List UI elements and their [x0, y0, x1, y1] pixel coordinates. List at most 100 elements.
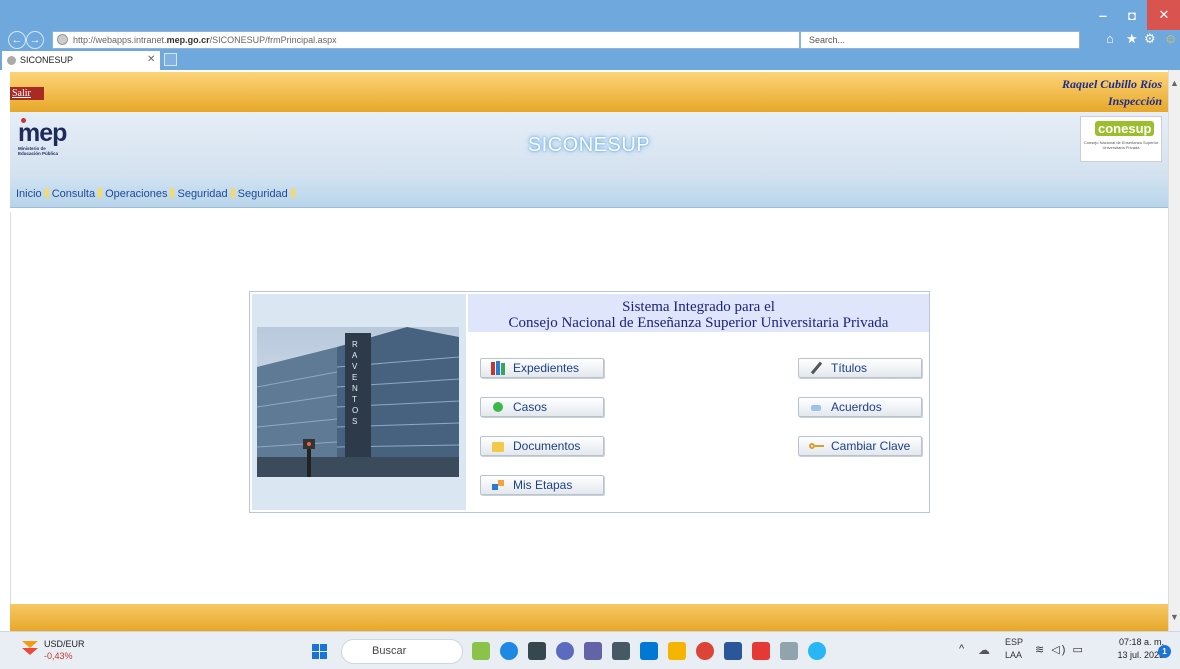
word-app-icon[interactable]	[724, 642, 742, 660]
top-banner: Salir Raquel Cubillo Ríos Inspección	[10, 72, 1168, 112]
titulos-button[interactable]: Títulos	[798, 358, 922, 378]
windows-taskbar: USD/EUR -0,43% ⌕ Buscar ^ ☁ ESP LAA ≋ ◁)…	[0, 631, 1180, 669]
books-icon	[491, 361, 507, 375]
agreement-icon	[809, 400, 825, 414]
snipping-tool-icon[interactable]	[780, 642, 798, 660]
left-divider	[10, 212, 11, 604]
notification-badge[interactable]: 1	[1158, 645, 1171, 658]
new-tab-button[interactable]	[164, 53, 177, 66]
web-page: Salir Raquel Cubillo Ríos Inspección mep…	[0, 70, 1168, 631]
chat-app-icon[interactable]	[556, 642, 574, 660]
user-role: Inspección	[1108, 94, 1162, 108]
home-icon[interactable]: ⌂	[1106, 31, 1114, 46]
favorites-star-icon[interactable]: ★	[1126, 31, 1138, 47]
panel-image-column: RAVENTOS	[252, 294, 466, 510]
menu-item-operaciones[interactable]: Operaciones	[105, 188, 167, 200]
page-title: SICONESUP	[527, 134, 651, 156]
documentos-button[interactable]: Documentos	[480, 436, 604, 456]
menu-separator	[44, 188, 49, 198]
forward-arrow-icon[interactable]: →	[26, 31, 44, 49]
url-host: mep.go.cr	[166, 35, 210, 45]
url-prefix: http://webapps.intranet.	[73, 35, 167, 45]
titulos-label: Títulos	[831, 361, 868, 375]
key-icon	[809, 439, 825, 453]
expedientes-button[interactable]: Expedientes	[480, 358, 604, 378]
browser-title-bar: ‒ ◘ ✕	[0, 0, 1180, 30]
windows-start-icon[interactable]	[312, 644, 328, 660]
conesup-logo: conesup Consejo Nacional de Enseñanza Su…	[1080, 116, 1162, 162]
browser-navigation-bar: ← → http://webapps.intranet.mep.go.cr/SI…	[0, 30, 1180, 62]
search-icon[interactable]: ⌕▾	[1062, 32, 1074, 46]
onedrive-cloud-icon[interactable]: ☁	[978, 643, 990, 657]
clock-time[interactable]: 07:18 a. m.	[1106, 637, 1164, 647]
widgets-app-icon[interactable]	[472, 642, 490, 660]
browser-search-input[interactable]: Search...	[800, 31, 1080, 49]
casos-button[interactable]: Casos	[480, 397, 604, 417]
panel-title-line-2: Consejo Nacional de Enseñanza Superior U…	[508, 315, 889, 331]
close-tab-icon[interactable]: ✕	[147, 51, 155, 69]
pen-icon	[809, 361, 825, 375]
mep-logo-dot-icon	[21, 118, 26, 123]
menu-item-inicio[interactable]: Inicio	[16, 188, 42, 200]
teams-app-icon[interactable]	[584, 642, 602, 660]
documentos-label: Documentos	[513, 439, 581, 453]
outlook-app-icon[interactable]	[640, 642, 658, 660]
menu-item-seguridad[interactable]: Seguridad	[177, 188, 227, 200]
steps-icon	[491, 478, 507, 492]
panel-title-line-1: Sistema Integrado para el	[622, 299, 775, 315]
acrobat-app-icon[interactable]	[752, 642, 770, 660]
user-name: Raquel Cubillo Ríos	[1061, 77, 1162, 91]
scroll-down-icon[interactable]: ▼	[1170, 612, 1179, 622]
page-header: mep Ministerio de Educación Pública SICO…	[10, 112, 1168, 178]
feedback-smiley-icon[interactable]: ☺	[1164, 31, 1177, 46]
input-layout[interactable]: LAA	[1005, 650, 1022, 660]
site-favicon-icon	[57, 34, 68, 45]
menu-separator	[230, 188, 235, 198]
mis-etapas-button[interactable]: Mis Etapas	[480, 475, 604, 495]
chrome-app-icon[interactable]	[696, 642, 714, 660]
panel-header: Sistema Integrado para el Consejo Nacion…	[468, 294, 929, 332]
input-language[interactable]: ESP	[1005, 637, 1023, 647]
menu-separator	[98, 188, 103, 198]
page-scrollbar[interactable]	[1168, 70, 1180, 631]
maximize-window-button[interactable]: ◘	[1115, 0, 1149, 30]
panel-menu-column: Sistema Integrado para el Consejo Nacion…	[468, 294, 929, 510]
back-arrow-icon[interactable]: ←	[8, 31, 26, 49]
calculator-app-icon[interactable]	[612, 642, 630, 660]
close-window-button[interactable]: ✕	[1147, 0, 1180, 30]
browser-app-icon[interactable]	[500, 642, 518, 660]
menu-item-consulta[interactable]: Consulta	[52, 188, 95, 200]
market-ticker-icon[interactable]	[22, 641, 38, 655]
tab-siconesup[interactable]: SICONESUP ✕	[2, 51, 160, 70]
network-volume-battery-icon[interactable]: ≋ ◁) ▭	[1035, 643, 1085, 656]
menu-separator	[290, 188, 295, 198]
conesup-logo-subtitle: Consejo Nacional de Enseñanza Superior U…	[1083, 140, 1159, 150]
tray-expand-icon[interactable]: ^	[959, 643, 964, 655]
file-explorer-icon[interactable]	[668, 642, 686, 660]
main-panel: RAVENTOS Sistema Integrado para el Conse…	[249, 291, 930, 513]
acuerdos-button[interactable]: Acuerdos	[798, 397, 922, 417]
mis-etapas-label: Mis Etapas	[513, 478, 573, 492]
ticker-name[interactable]: USD/EUR	[44, 639, 85, 649]
browser-tab-bar: SICONESUP ✕	[0, 50, 1180, 70]
task-view-icon[interactable]	[528, 642, 546, 660]
cambiar-clave-button[interactable]: Cambiar Clave	[798, 436, 922, 456]
address-bar[interactable]: http://webapps.intranet.mep.go.cr/SICONE…	[52, 31, 826, 62]
building-sign: RAVENTOS	[352, 340, 359, 426]
expedientes-label: Expedientes	[513, 361, 580, 375]
url-path: /SICONESUP/frmPrincipal.aspx	[209, 35, 337, 45]
menu-item-seguridad-2[interactable]: Seguridad	[238, 188, 288, 200]
acuerdos-label: Acuerdos	[831, 400, 882, 414]
green-circle-icon	[491, 400, 507, 414]
logout-link[interactable]: Salir	[10, 87, 44, 100]
scroll-up-icon[interactable]: ▲	[1170, 78, 1179, 88]
conesup-logo-word: conesup	[1095, 121, 1155, 136]
taskbar-search-input[interactable]: Buscar	[341, 639, 463, 664]
gear-icon[interactable]: ⚙	[1144, 31, 1156, 47]
folder-icon	[491, 439, 507, 453]
footer-banner	[10, 604, 1168, 631]
clock-date[interactable]: 13 jul. 2023	[1100, 650, 1164, 660]
ticker-value: -0,43%	[44, 651, 73, 661]
internet-explorer-icon[interactable]	[808, 642, 826, 660]
tab-favicon-icon	[7, 56, 16, 65]
